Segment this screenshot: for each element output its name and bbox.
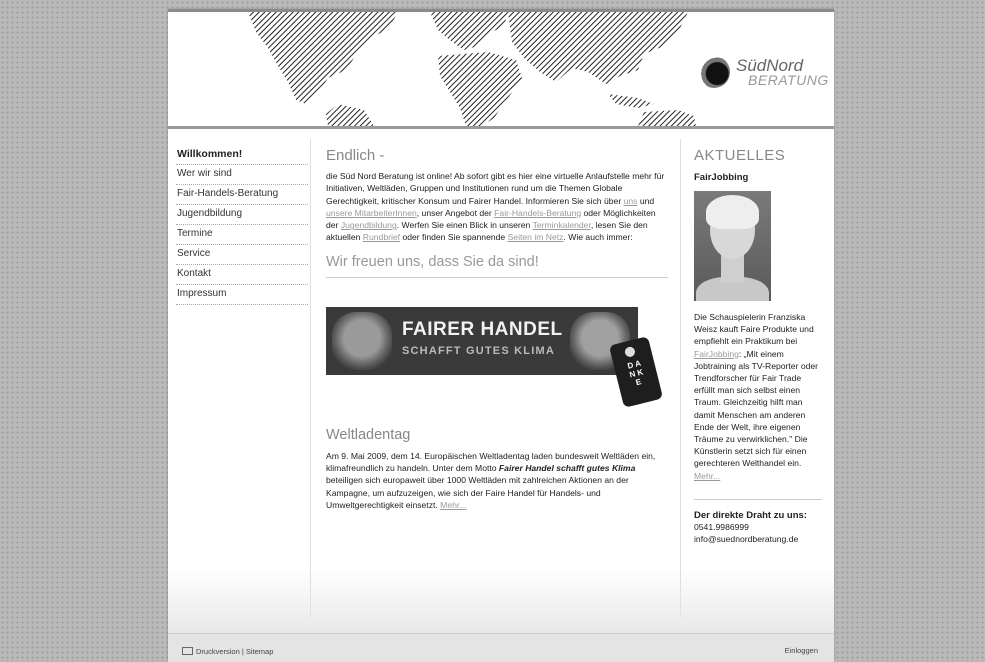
nav-item-kontakt[interactable]: Kontakt bbox=[176, 265, 308, 285]
banner-title: FAIRER HANDEL bbox=[402, 318, 563, 340]
tag-hole bbox=[623, 345, 637, 358]
welcome-subheading: Wir freuen uns, dass Sie da sind! bbox=[326, 254, 668, 278]
nav-item-fair-handels-beratung[interactable]: Fair-Handels-Beratung bbox=[176, 185, 308, 205]
intro-text: . Werfen Sie einen Blick in unseren bbox=[396, 220, 533, 231]
logo-mark-icon bbox=[698, 56, 730, 88]
footer-gradient bbox=[168, 569, 834, 639]
news-more-link[interactable]: Mehr... bbox=[694, 471, 720, 481]
map-indonesia bbox=[608, 94, 654, 108]
danke-tag: D A N K E bbox=[608, 335, 664, 408]
news-title: FairJobbing bbox=[694, 172, 749, 183]
link-seiten-im-netz[interactable]: Seiten im Netz bbox=[508, 232, 564, 242]
weltladentag-text: beteiligen sich europaweit über 1000 Wel… bbox=[326, 475, 629, 510]
sidebar-divider bbox=[694, 498, 822, 500]
page-footer: Druckversion | Sitemap Einloggen bbox=[168, 633, 834, 662]
intro-text: . Wie auch immer: bbox=[563, 232, 633, 243]
contact-heading: Der direkte Draht zu uns: bbox=[694, 509, 807, 521]
nav-item-impressum[interactable]: Impressum bbox=[176, 285, 308, 305]
news-text: : „Mit einem Jobtraining als TV-Reporter… bbox=[694, 348, 819, 469]
map-south-america bbox=[326, 104, 374, 126]
portrait-hair bbox=[706, 195, 759, 229]
nav-item-willkommen[interactable]: Willkommen! bbox=[176, 145, 308, 165]
banner-subtitle: SCHAFFT GUTES KLIMA bbox=[402, 344, 555, 357]
link-fair-handels-beratung[interactable]: Fair-Handels-Beratung bbox=[494, 208, 581, 218]
news-text: Die Schauspielerin Franziska Weisz kauft… bbox=[694, 312, 814, 347]
news-paragraph: Die Schauspielerin Franziska Weisz kauft… bbox=[694, 311, 822, 482]
map-africa bbox=[438, 52, 522, 126]
aktuelles-heading: AKTUELLES bbox=[694, 147, 786, 164]
nav-item-service[interactable]: Service bbox=[176, 245, 308, 265]
map-europe bbox=[430, 12, 508, 50]
printer-icon bbox=[182, 647, 193, 655]
map-north-america bbox=[248, 12, 398, 104]
welcome-heading: Endlich - bbox=[326, 147, 385, 164]
link-jugendbildung[interactable]: Jugendbildung bbox=[341, 220, 397, 230]
suednord-logo[interactable]: SüdNord BERATUNG bbox=[698, 52, 828, 92]
header-banner: SüdNord BERATUNG bbox=[168, 12, 834, 126]
map-australia bbox=[638, 110, 696, 126]
footer-links[interactable]: Druckversion | Sitemap bbox=[182, 646, 273, 656]
weltladentag-motto: Fairer Handel schafft gutes Klima bbox=[498, 463, 636, 474]
weltladentag-more-link[interactable]: Mehr... bbox=[440, 500, 466, 510]
sidebar-aktuelles: AKTUELLES FairJobbing Die Schauspielerin… bbox=[694, 147, 822, 546]
link-uns[interactable]: uns bbox=[624, 196, 638, 206]
map-asia bbox=[508, 12, 688, 84]
banner-face-left bbox=[332, 311, 392, 370]
page-container: SüdNord BERATUNG Willkommen! Wer wir sin… bbox=[168, 9, 834, 662]
logo-text-line2: BERATUNG bbox=[748, 72, 829, 88]
link-rundbrief[interactable]: Rundbrief bbox=[363, 232, 400, 242]
nav-item-jugendbildung[interactable]: Jugendbildung bbox=[176, 205, 308, 225]
column-divider-right bbox=[680, 139, 681, 617]
footer-print-sitemap[interactable]: Druckversion | Sitemap bbox=[196, 647, 273, 656]
intro-text: , unser Angebot der bbox=[416, 207, 495, 218]
intro-text: die Süd Nord Beratung ist online! Ab sof… bbox=[326, 171, 665, 206]
nav-item-termine[interactable]: Termine bbox=[176, 225, 308, 245]
login-link[interactable]: Einloggen bbox=[785, 646, 818, 655]
intro-text: und bbox=[637, 195, 655, 206]
main-navigation: Willkommen! Wer wir sind Fair-Handels-Be… bbox=[176, 145, 308, 305]
nav-item-wer-wir-sind[interactable]: Wer wir sind bbox=[176, 165, 308, 185]
portrait-image bbox=[694, 191, 771, 301]
weltladentag-paragraph: Am 9. Mai 2009, dem 14. Europäischen Wel… bbox=[326, 450, 668, 511]
contact-email[interactable]: info@suednordberatung.de bbox=[694, 533, 822, 546]
header-divider bbox=[168, 126, 834, 129]
main-content: Endlich - die Süd Nord Beratung ist onli… bbox=[326, 147, 668, 511]
tag-text: D A N K E bbox=[626, 358, 645, 387]
link-mitarbeiter[interactable]: unsere MitarbeiterInnen bbox=[326, 208, 417, 218]
column-divider-left bbox=[310, 139, 311, 617]
intro-paragraph: die Süd Nord Beratung ist online! Ab sof… bbox=[326, 170, 668, 244]
weltladentag-heading: Weltladentag bbox=[326, 426, 411, 443]
fairer-handel-banner[interactable]: FAIRER HANDEL SCHAFFT GUTES KLIMA D A N … bbox=[326, 306, 664, 408]
intro-text: oder finden Sie spannende bbox=[400, 232, 508, 243]
link-fairjobbing[interactable]: FairJobbing bbox=[694, 349, 739, 359]
contact-phone: 0541.9986999 bbox=[694, 521, 749, 532]
link-terminkalender[interactable]: Terminkalender bbox=[533, 220, 591, 230]
